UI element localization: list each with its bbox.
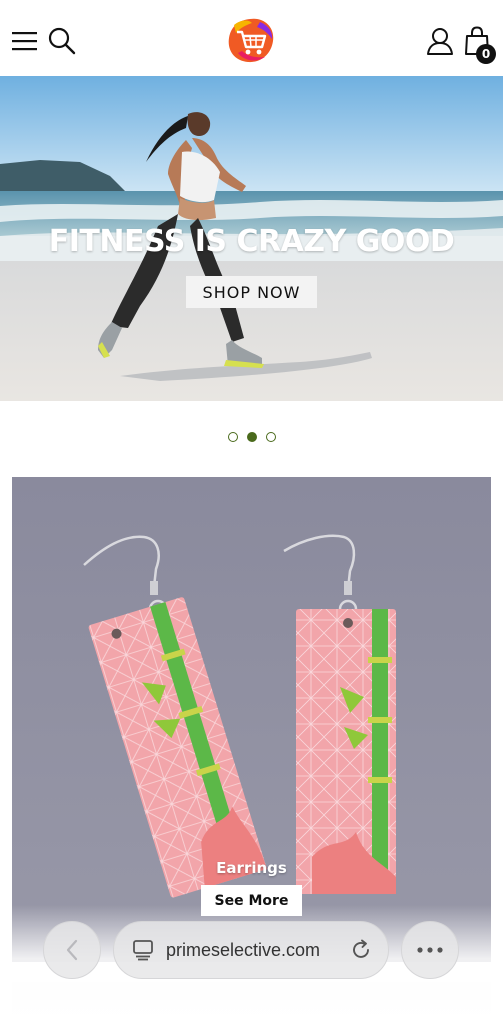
tabs-icon[interactable]: [132, 939, 154, 961]
cart-button[interactable]: 0: [464, 26, 496, 64]
address-bar[interactable]: primeselective.com: [113, 921, 389, 979]
reload-icon[interactable]: [350, 939, 372, 961]
carousel-dot-1[interactable]: [227, 432, 238, 442]
more-button[interactable]: [401, 921, 459, 979]
carousel-dot-2[interactable]: [246, 432, 257, 442]
hamburger-menu-icon: [12, 32, 37, 51]
chevron-left-icon: [66, 939, 78, 961]
more-dots-icon: [417, 947, 443, 953]
back-button[interactable]: [43, 921, 101, 979]
shopping-cart-logo: [228, 18, 274, 63]
product-card-earrings[interactable]: Earrings See More: [12, 477, 491, 962]
shop-now-button[interactable]: SHOP NOW: [186, 276, 317, 308]
hero-title: FITNESS IS CRAZY GOOD: [48, 224, 455, 259]
carousel-dot-3[interactable]: [265, 432, 276, 442]
search-icon: [48, 27, 76, 55]
product-category-label: Earrings: [216, 859, 287, 877]
menu-button[interactable]: [12, 28, 38, 54]
url-text: primeselective.com: [166, 939, 321, 960]
hero-banner[interactable]: FITNESS IS CRAZY GOOD SHOP NOW: [0, 76, 503, 401]
search-button[interactable]: [48, 27, 76, 55]
account-button[interactable]: [426, 27, 454, 55]
store-logo[interactable]: [226, 17, 276, 65]
carousel-pagination: [0, 432, 503, 442]
cart-count-badge: 0: [476, 44, 496, 64]
site-header: 0: [0, 0, 503, 76]
user-icon: [427, 28, 453, 55]
